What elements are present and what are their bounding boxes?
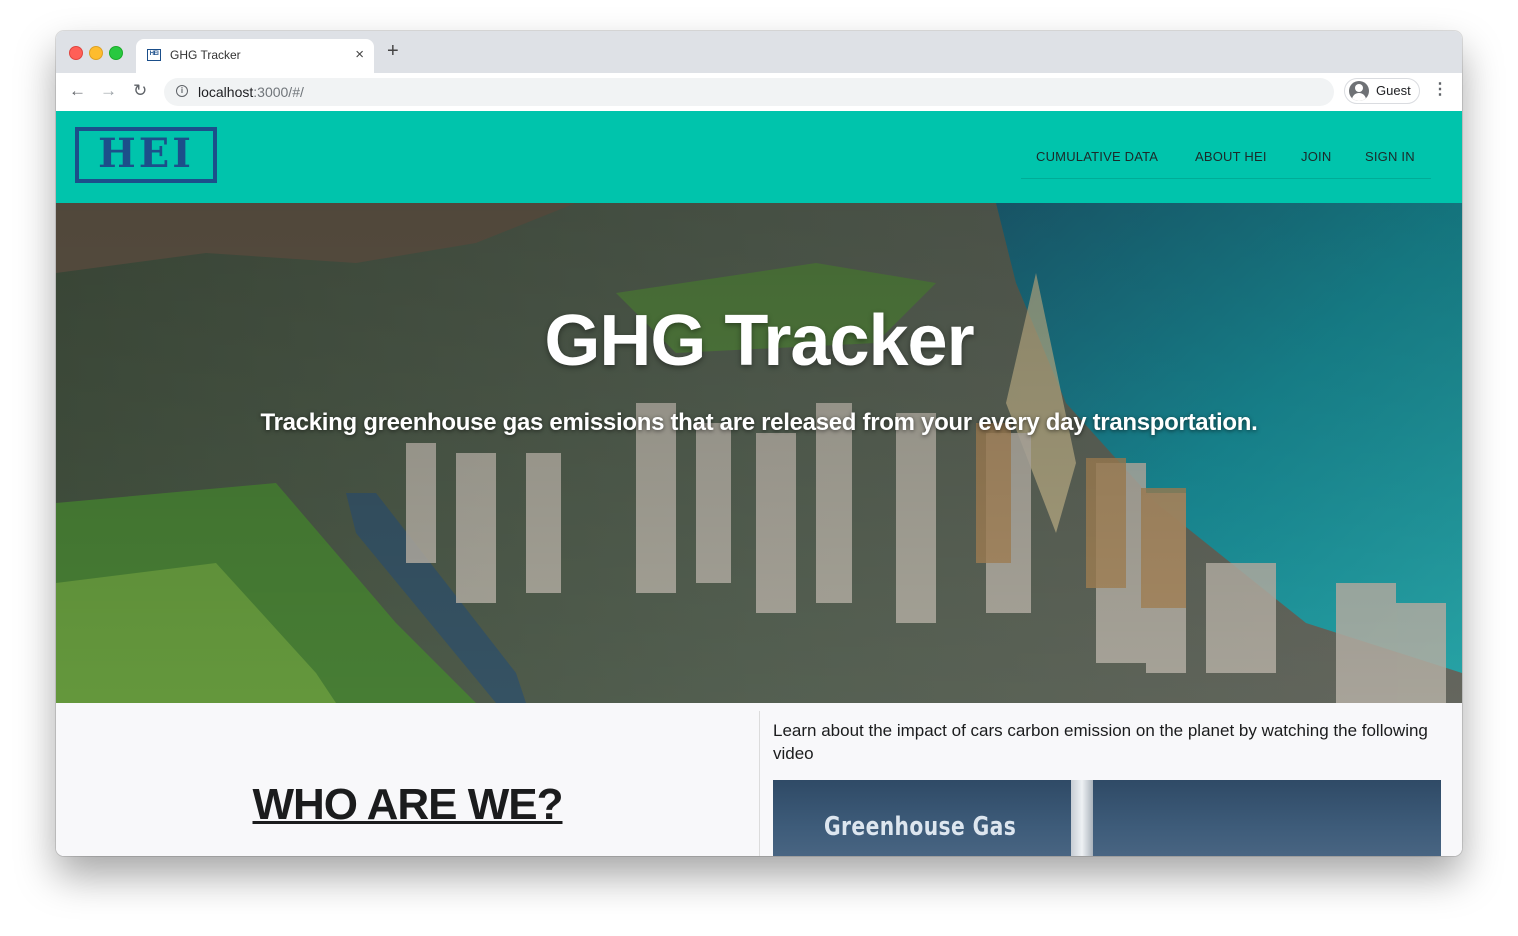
browser-window: HEI GHG Tracker × + ← → ↻ i localhost:30… [56, 31, 1462, 856]
close-window-button[interactable] [69, 46, 83, 60]
nav-item-sign-in[interactable]: SIGN IN [1365, 149, 1415, 164]
back-arrow-icon[interactable]: ← [69, 81, 86, 101]
browser-toolbar: ← → ↻ i localhost:3000/#/ Guest ⋮ [56, 73, 1462, 112]
nav-item-join[interactable]: JOIN [1301, 149, 1331, 164]
hero-title: GHG Tracker [544, 301, 974, 381]
tab-title: GHG Tracker [170, 48, 241, 62]
hero-subtitle: Tracking greenhouse gas emissions that a… [260, 409, 1258, 436]
who-are-we-heading: WHO ARE WE? [252, 780, 564, 829]
video-player[interactable]: Greenhouse Gas [773, 780, 1441, 856]
profile-button[interactable]: Guest [1344, 78, 1420, 104]
info-icon[interactable]: i [176, 85, 188, 97]
favicon-icon: HEI [147, 49, 161, 61]
new-tab-button[interactable]: + [387, 41, 399, 61]
close-tab-icon[interactable]: × [355, 46, 364, 63]
nav-item-cumulative-data[interactable]: CUMULATIVE DATA [1036, 149, 1158, 164]
site-navbar: HEI CUMULATIVE DATA ABOUT HEI JOIN SIGN … [56, 111, 1462, 203]
nav-menu: CUMULATIVE DATA ABOUT HEI JOIN SIGN IN [1021, 139, 1431, 179]
browser-menu-icon[interactable]: ⋮ [1432, 81, 1448, 99]
hei-logo[interactable]: HEI [75, 127, 217, 183]
video-thumbnail-tower [1071, 780, 1093, 856]
tab-ghg-tracker[interactable]: HEI GHG Tracker × [136, 39, 374, 73]
nav-item-about-hei[interactable]: ABOUT HEI [1195, 149, 1267, 164]
address-bar[interactable]: i localhost:3000/#/ [164, 78, 1334, 106]
reload-icon[interactable]: ↻ [133, 81, 147, 101]
minimize-window-button[interactable] [89, 46, 103, 60]
video-caption: Greenhouse Gas [824, 812, 1017, 842]
url-text[interactable]: localhost:3000/#/ [198, 84, 304, 100]
who-are-we-section: WHO ARE WE? [56, 703, 759, 856]
maximize-window-button[interactable] [109, 46, 123, 60]
forward-arrow-icon[interactable]: → [100, 81, 117, 101]
hero-background-image [56, 203, 1462, 703]
video-section: Learn about the impact of cars carbon em… [760, 703, 1462, 856]
avatar-icon [1349, 81, 1369, 101]
page-viewport: HEI CUMULATIVE DATA ABOUT HEI JOIN SIGN … [56, 111, 1462, 856]
hero-banner: GHG Tracker Tracking greenhouse gas emis… [56, 203, 1462, 703]
profile-label: Guest [1376, 83, 1411, 98]
video-description: Learn about the impact of cars carbon em… [773, 721, 1428, 763]
tab-bar: HEI GHG Tracker × + [56, 31, 1462, 73]
